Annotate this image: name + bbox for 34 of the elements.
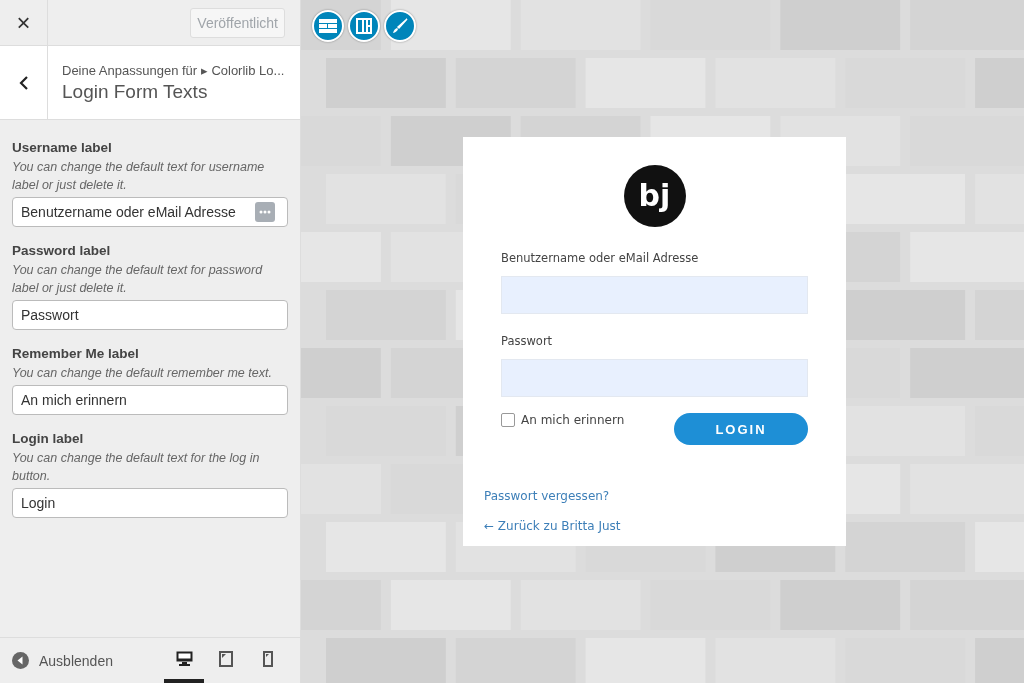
brush-icon (392, 18, 408, 34)
hide-icon (12, 652, 29, 669)
remember-checkbox[interactable] (501, 413, 515, 427)
control-label: Username label (12, 140, 113, 155)
text-field[interactable]: Benutzername oder eMail Adresse (12, 197, 288, 227)
password-field[interactable] (501, 359, 808, 397)
more-icon[interactable] (255, 202, 275, 222)
password-label: Passwort (501, 334, 554, 348)
tablet-icon (219, 650, 233, 667)
columns-icon (356, 18, 372, 34)
text-field[interactable]: Login (12, 488, 288, 518)
control-description: You can change the default text for username label or just delete it. (12, 159, 266, 194)
remember-label: An mich erinnern (521, 413, 625, 427)
control-description: You can change the default remember me text. (12, 365, 273, 382)
section-title: Login Form Texts (62, 80, 209, 103)
breadcrumb: Deine Anpassungen für ▸ Colorlib Lo... (62, 62, 285, 78)
login-button[interactable]: LOGIN (674, 413, 808, 445)
control-label: Password label (12, 243, 112, 258)
text-field[interactable]: An mich erinnern (12, 385, 288, 415)
back-chevron-icon (18, 75, 29, 90)
control-label: Remember Me label (12, 346, 140, 361)
lost-password-link[interactable]: Passwort vergessen? (484, 489, 610, 503)
username-label: Benutzername oder eMail Adresse (501, 251, 700, 265)
phone-icon (263, 650, 273, 667)
hide-button[interactable]: Ausblenden (12, 652, 113, 669)
logo: bj (623, 165, 686, 227)
control-label: Login label (12, 431, 85, 446)
monitor-icon (175, 651, 193, 666)
back-to-site-link[interactable]: ← Zurück zu Britta Just (484, 519, 621, 533)
text-field[interactable]: Passwort (12, 300, 288, 330)
control-description: You can change the default text for the log in button. (12, 450, 261, 485)
control-description: You can change the default text for password label or just delete it. (12, 262, 264, 297)
username-field[interactable] (501, 276, 808, 314)
rows-icon (319, 19, 337, 33)
